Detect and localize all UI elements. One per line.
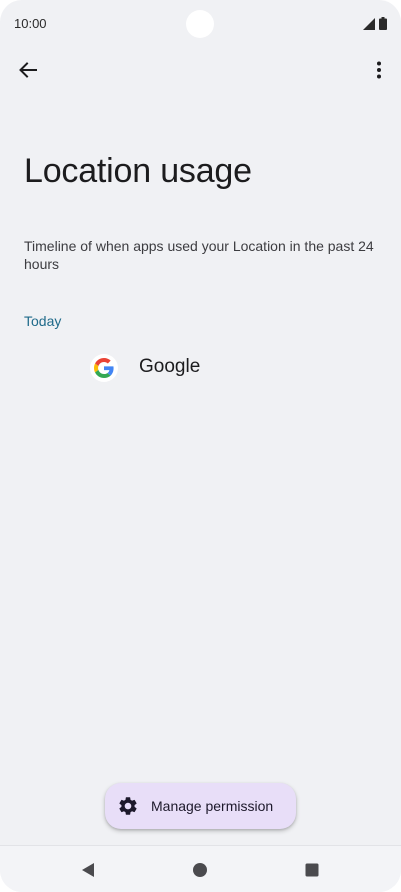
app-icon-container — [90, 354, 118, 382]
nav-back-button[interactable] — [78, 860, 98, 880]
signal-icon — [363, 17, 375, 30]
back-triangle-icon — [82, 863, 94, 877]
nav-home-button[interactable] — [190, 860, 210, 880]
status-time: 10:00 — [14, 16, 47, 31]
status-icons — [363, 17, 387, 30]
recents-square-icon — [305, 863, 319, 877]
arrow-left-icon — [19, 62, 37, 78]
app-usage-row-google[interactable]: Google — [0, 346, 401, 390]
page-title: Location usage — [24, 152, 252, 190]
section-header-today: Today — [24, 313, 62, 329]
phone-screen: 10:00 Location usage Timeline of when ap… — [0, 0, 401, 892]
more-vert-icon — [377, 61, 381, 79]
manage-permission-label: Manage permission — [151, 798, 274, 814]
manage-permission-button[interactable]: Manage permission — [105, 783, 296, 829]
home-circle-icon — [193, 863, 207, 877]
more-options-button[interactable] — [365, 54, 393, 86]
status-bar: 10:00 — [0, 0, 401, 48]
nav-recents-button[interactable] — [302, 860, 322, 880]
app-name: Google — [139, 356, 201, 377]
page-description: Timeline of when apps used your Location… — [24, 238, 374, 272]
battery-icon — [379, 17, 387, 30]
google-icon — [94, 358, 114, 378]
back-button[interactable] — [12, 54, 44, 86]
gear-icon — [119, 797, 137, 815]
camera-cutout — [186, 10, 214, 38]
top-app-bar — [0, 48, 401, 92]
system-nav-bar — [0, 845, 401, 892]
